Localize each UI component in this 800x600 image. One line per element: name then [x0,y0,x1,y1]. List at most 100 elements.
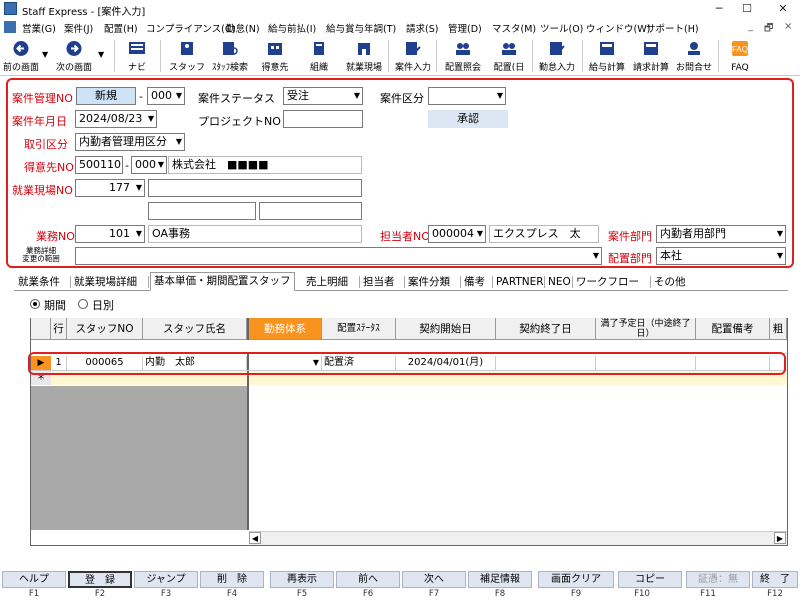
case-date-picker[interactable]: 2024/08/23 ▼ [75,110,157,128]
tab-separator [148,276,149,288]
staff-search-button[interactable]: ｽﾀｯﾌ検索 [212,36,248,76]
scroll-left-icon[interactable]: ◀ [249,532,261,544]
person-no-select[interactable]: 000004 ▼ [428,225,486,243]
back-dropdown-icon[interactable]: ▼ [42,50,48,59]
menu-payroll[interactable]: 給与賞与年調(T) [326,21,396,35]
placement-inquiry-button[interactable]: 配置照会 [445,36,481,76]
f8-supplement-button[interactable]: 補足情報 [468,571,532,588]
tab-case-category[interactable]: 案件分類 [408,274,450,290]
project-label: プロジェクトNO [198,115,281,128]
menu-compliance[interactable]: コンプライアンス(C) [146,21,235,35]
tab-site-details[interactable]: 就業現場詳細 [74,274,137,290]
f10-copy-button[interactable]: コピー [618,571,682,588]
case-status-select[interactable]: 受注 ▼ [283,87,363,105]
menu-tools[interactable]: ツール(O) [540,21,583,35]
contact-button[interactable]: お問合せ [676,36,712,76]
forward-button[interactable]: 次の画面 [56,36,92,76]
case-no-input[interactable]: 新規 [76,87,136,105]
menu-sales[interactable]: 営業(G) [22,21,56,35]
chevron-down-icon: ▼ [135,183,142,192]
tab-person[interactable]: 担当者 [363,274,395,290]
site-button[interactable]: 就業現場 [346,36,382,76]
menu-admin[interactable]: 管理(D) [448,21,482,35]
menu-window[interactable]: ウィンドウ(W) [586,21,650,35]
tab-others[interactable]: その他 [654,274,686,290]
approve-button[interactable]: 承認 [428,110,508,128]
job-no-select[interactable]: 101 ▼ [75,225,145,243]
assign-dept-select[interactable]: 本社 ▼ [656,247,786,265]
tab-partner[interactable]: PARTNER [496,274,544,290]
minimize-button[interactable]: ─ [706,0,732,18]
faq-button[interactable]: FAQ FAQ [726,36,754,76]
menu-master[interactable]: マスタ(M) [492,21,536,35]
site-no-select[interactable]: 177 ▼ [75,179,145,197]
person-name-field: エクスプレス 太 [489,225,599,243]
f9-clear-button[interactable]: 画面クリア [538,571,614,588]
dept-select[interactable]: 内勤者用部門 ▼ [656,225,786,243]
f11-voucher-button[interactable]: 証憑：無 [686,571,750,588]
case-no-sub-select[interactable]: 000 ▼ [147,87,185,105]
billing-button[interactable]: 請求計算 [633,36,669,76]
menu-placement[interactable]: 配置(H) [104,21,138,35]
tab-separator [460,276,461,288]
f3-key-label: F3 [160,589,172,599]
svg-text:FAQ: FAQ [732,45,748,54]
project-input[interactable] [283,110,363,128]
grid-frozen-empty-area [31,386,247,530]
f1-key-label: F1 [28,589,40,599]
menu-support[interactable]: サポート(H) [646,21,699,35]
menu-bar: 営業(G) 案件(J) 配置(H) コンプライアンス(C) 勤怠(N) 給与前払… [0,18,800,36]
navi-button[interactable]: ナビ [122,36,152,76]
tab-neo[interactable]: NEO [548,274,571,290]
case-no-label: 案件管理NO [12,92,73,105]
tab-sales-details[interactable]: 売上明細 [306,274,348,290]
menu-case[interactable]: 案件(J) [64,21,93,35]
staff-button[interactable]: スタッフ [169,36,205,76]
col-header-placement-note: 配置備考 [696,318,770,340]
f2-register-button[interactable]: 登 録 [68,571,132,588]
close-button[interactable]: ✕ [770,0,796,18]
f12-exit-button[interactable]: 終 了 [752,571,798,588]
menu-billing[interactable]: 請求(S) [406,21,438,35]
case-type-select[interactable]: ▼ [428,87,506,105]
client-button[interactable]: 得意先 [260,36,290,76]
tab-work-conditions[interactable]: 就業条件 [18,274,60,290]
tab-workflow[interactable]: ワークフロー [576,274,639,290]
f6-prev-button[interactable]: 前へ [336,571,400,588]
assign-dept-label: 配置部門 [608,252,652,265]
maximize-button[interactable]: ☐ [734,0,760,18]
tab-basic-unit-staff[interactable]: 基本単価・期間配置スタッフ [150,272,295,291]
f4-delete-button[interactable]: 削 除 [200,571,264,588]
horizontal-scrollbar[interactable] [249,531,787,545]
org-button[interactable]: 組織 [304,36,334,76]
f2-key-label: F2 [94,589,106,599]
back-button[interactable]: 前の画面 [3,36,39,76]
f5-refresh-button[interactable]: 再表示 [270,571,334,588]
payroll-button[interactable]: 給与計算 [589,36,625,76]
navi-icon [129,42,145,54]
client-no-input[interactable]: 500110 [75,156,123,174]
placement-day-button[interactable]: 配置(日 [492,36,526,76]
tab-separator [492,276,493,288]
radio-daily[interactable] [78,299,88,309]
child-close-button[interactable]: × [784,21,792,32]
f11-key-label: F11 [700,589,716,599]
toolbar-separator [160,40,161,72]
trade-select[interactable]: 内勤者管理用区分 ▼ [75,133,185,151]
case-input-button[interactable]: 案件入力 [395,36,431,76]
child-minimize-button[interactable]: _ [748,21,753,32]
menu-advance-pay[interactable]: 給与前払(I) [268,21,316,35]
site-extra-field-1 [148,202,256,220]
client-sub-select[interactable]: 000 ▼ [131,156,167,174]
detail-select[interactable]: ▼ [75,247,602,265]
f7-next-button[interactable]: 次へ [402,571,466,588]
menu-attendance[interactable]: 勤怠(N) [226,21,260,35]
scroll-right-icon[interactable]: ▶ [774,532,786,544]
tab-remarks[interactable]: 備考 [464,274,485,290]
attendance-input-button[interactable]: 勤怠入力 [539,36,575,76]
radio-period[interactable] [30,299,40,309]
forward-dropdown-icon[interactable]: ▼ [98,50,104,59]
job-label: 業務NO [36,230,75,243]
f1-help-button[interactable]: ヘルプ [2,571,66,588]
f3-jump-button[interactable]: ジャンプ [134,571,198,588]
